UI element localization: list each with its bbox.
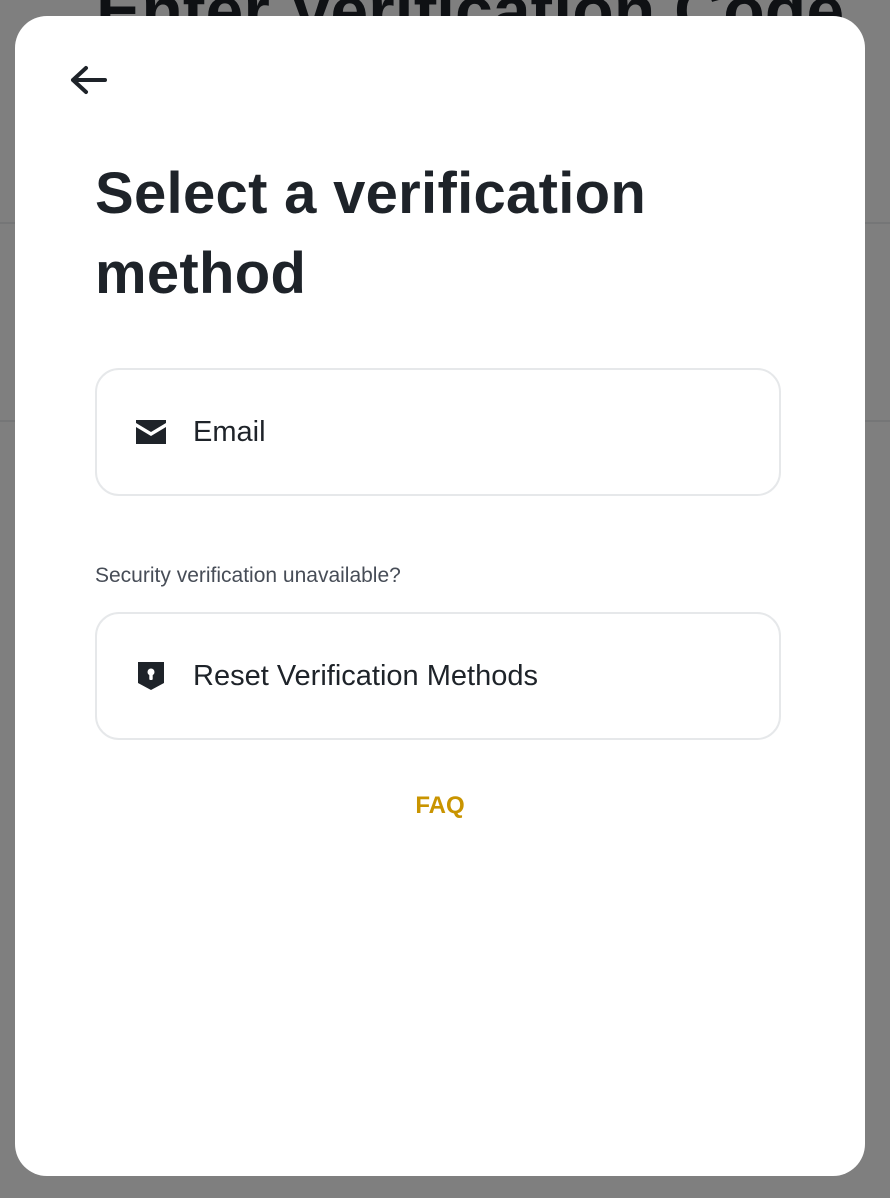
email-option-button[interactable]: Email	[95, 368, 781, 496]
reset-verification-button[interactable]: Reset Verification Methods	[95, 612, 781, 740]
arrow-left-icon	[71, 66, 107, 94]
faq-link[interactable]: FAQ	[15, 792, 865, 820]
shield-lock-icon	[135, 660, 167, 692]
verification-method-modal: Select a verification method Email Secur…	[15, 16, 865, 1176]
back-button[interactable]	[65, 60, 109, 100]
security-unavailable-hint: Security verification unavailable?	[95, 564, 401, 587]
envelope-icon	[135, 416, 167, 448]
reset-verification-label: Reset Verification Methods	[193, 659, 538, 692]
modal-title: Select a verification method	[95, 161, 647, 306]
email-option-label: Email	[193, 415, 266, 448]
